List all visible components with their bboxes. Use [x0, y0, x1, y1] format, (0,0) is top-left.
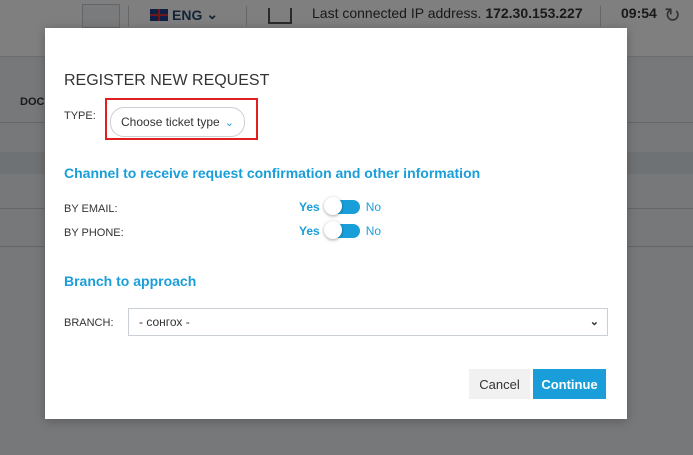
phone-toggle[interactable] [323, 221, 360, 239]
phone-toggle-group: Yes No [299, 221, 382, 239]
type-label: TYPE: [64, 110, 96, 122]
register-request-modal: REGISTER NEW REQUEST TYPE: Choose ticket… [45, 28, 627, 419]
toggle-knob [323, 221, 342, 239]
ticket-type-value: Choose ticket type [121, 115, 220, 129]
email-yes-label: Yes [299, 200, 320, 214]
channel-heading: Channel to receive request confirmation … [64, 165, 481, 181]
type-row: TYPE: [64, 110, 106, 122]
modal-title: REGISTER NEW REQUEST [64, 72, 270, 89]
email-label: BY EMAIL: [64, 203, 118, 215]
email-toggle[interactable] [323, 197, 360, 215]
email-no-label: No [365, 200, 382, 214]
chevron-down-icon: ⌄ [589, 316, 599, 328]
phone-yes-label: Yes [299, 224, 320, 238]
branch-label: BRANCH: [64, 317, 114, 329]
chevron-down-icon: ⌄ [224, 116, 234, 129]
branch-value: - сонгох - [139, 315, 190, 329]
phone-label: BY PHONE: [64, 227, 124, 239]
branch-dropdown[interactable]: - сонгох - ⌄ [128, 308, 608, 336]
branch-heading: Branch to approach [64, 273, 197, 289]
toggle-knob [323, 197, 342, 215]
cancel-button[interactable]: Cancel [469, 369, 530, 399]
phone-no-label: No [365, 224, 382, 238]
ticket-type-dropdown[interactable]: Choose ticket type ⌄ [110, 107, 245, 137]
continue-button[interactable]: Continue [533, 369, 606, 399]
email-toggle-group: Yes No [299, 197, 382, 215]
